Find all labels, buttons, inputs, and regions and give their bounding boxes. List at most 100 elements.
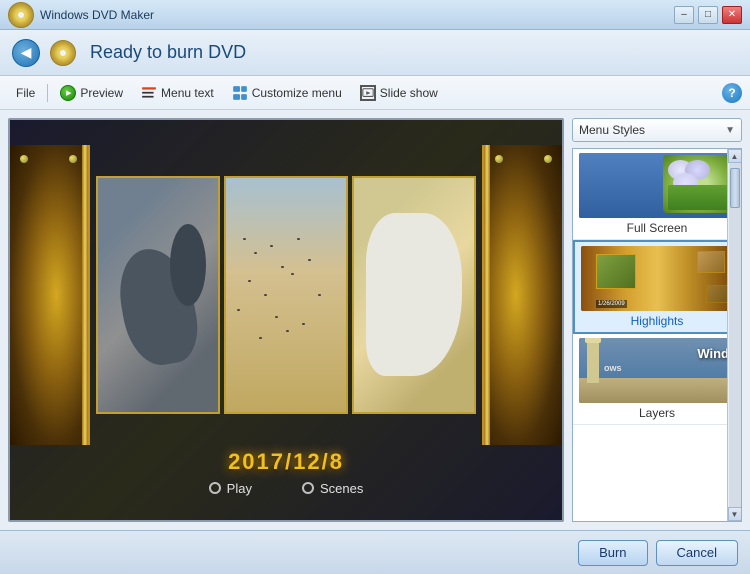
dot bbox=[248, 280, 251, 282]
scrollbar: ▲ ▼ bbox=[727, 149, 741, 521]
scroll-up-button[interactable]: ▲ bbox=[728, 149, 742, 163]
flower-bg bbox=[663, 155, 733, 213]
photo-frame-2 bbox=[224, 176, 348, 414]
dropdown-label: Menu Styles bbox=[579, 123, 645, 137]
dot bbox=[281, 266, 284, 268]
ground bbox=[579, 378, 735, 403]
layers-text-2: ows bbox=[604, 363, 622, 373]
customize-menu-button[interactable]: Customize menu bbox=[224, 82, 350, 104]
customize-icon bbox=[232, 85, 248, 101]
title-bar: Windows DVD Maker – □ ✕ bbox=[0, 0, 750, 30]
highlights-preview: 1/26/2009 bbox=[581, 246, 733, 311]
dot bbox=[254, 252, 257, 254]
dvd-menu-preview: 2017/12/8 Play Scenes bbox=[10, 120, 562, 520]
fullscreen-preview bbox=[579, 153, 735, 218]
fullscreen-thumbnail bbox=[579, 153, 735, 218]
style-item-highlights[interactable]: 1/26/2009 Highlights bbox=[573, 240, 741, 334]
highlights-label: Highlights bbox=[581, 314, 733, 328]
layers-text-w: Wind bbox=[697, 346, 729, 361]
menu-styles-dropdown[interactable]: Menu Styles ▼ bbox=[572, 118, 742, 142]
scenes-button: Scenes bbox=[302, 481, 363, 496]
photo-frame-3 bbox=[352, 176, 476, 414]
toolbar-sep-1 bbox=[47, 84, 48, 102]
app-window: ◀ Ready to burn DVD File Preview Menu te… bbox=[0, 30, 750, 574]
toolbar: File Preview Menu text bbox=[0, 76, 750, 110]
photo-frame-1 bbox=[96, 176, 220, 414]
title-bar-left: Windows DVD Maker bbox=[8, 2, 154, 28]
close-button[interactable]: ✕ bbox=[722, 6, 742, 24]
reel-container bbox=[10, 145, 562, 445]
small-photo bbox=[706, 285, 728, 303]
photos-row bbox=[10, 145, 562, 445]
scroll-track bbox=[729, 163, 741, 507]
layers-preview: Wind ows bbox=[579, 338, 735, 403]
play-radio bbox=[209, 482, 221, 494]
dot bbox=[243, 238, 246, 240]
center-photo bbox=[596, 254, 636, 289]
back-button[interactable]: ◀ bbox=[12, 39, 40, 67]
app-title: Windows DVD Maker bbox=[40, 8, 154, 22]
file-menu[interactable]: File bbox=[8, 83, 43, 103]
side-photo bbox=[697, 251, 725, 273]
dot bbox=[297, 238, 300, 240]
dot bbox=[264, 294, 267, 296]
layers-label: Layers bbox=[579, 406, 735, 420]
dvd-hole bbox=[18, 12, 24, 18]
menu-text-button[interactable]: Menu text bbox=[133, 82, 222, 104]
flock-dots bbox=[232, 224, 340, 364]
date-stamp: 1/26/2009 bbox=[596, 300, 627, 308]
maximize-button[interactable]: □ bbox=[698, 6, 718, 24]
minimize-button[interactable]: – bbox=[674, 6, 694, 24]
layers-thumbnail: Wind ows bbox=[579, 338, 735, 403]
date-display: 2017/12/8 bbox=[228, 449, 344, 475]
preview-area: 2017/12/8 Play Scenes bbox=[8, 118, 564, 522]
scenes-radio bbox=[302, 482, 314, 494]
right-panel: Menu Styles ▼ bbox=[572, 118, 742, 522]
menu-buttons: Play Scenes bbox=[209, 481, 364, 496]
cancel-button[interactable]: Cancel bbox=[656, 540, 738, 566]
window-controls: – □ ✕ bbox=[674, 6, 742, 24]
dot bbox=[318, 294, 321, 296]
menu-text-icon bbox=[141, 85, 157, 101]
highlights-thumbnail: 1/26/2009 bbox=[581, 246, 733, 311]
dot bbox=[237, 309, 240, 311]
bottom-bar: Burn Cancel bbox=[0, 530, 750, 574]
file-label: File bbox=[16, 86, 35, 100]
burn-button[interactable]: Burn bbox=[578, 540, 647, 566]
scroll-down-button[interactable]: ▼ bbox=[728, 507, 742, 521]
dot bbox=[270, 245, 273, 247]
dot bbox=[259, 337, 262, 339]
dvd-header-icon bbox=[50, 40, 76, 66]
scroll-thumb[interactable] bbox=[730, 168, 740, 208]
close-bird-shape bbox=[366, 213, 462, 377]
slide-show-button[interactable]: Slide show bbox=[352, 82, 446, 104]
leaves bbox=[668, 185, 728, 210]
main-content: 2017/12/8 Play Scenes Menu Styles bbox=[0, 110, 750, 530]
dot bbox=[291, 273, 294, 275]
style-item-fullscreen[interactable]: Full Screen bbox=[573, 149, 741, 240]
slide-show-label: Slide show bbox=[380, 86, 438, 100]
preview-label: Preview bbox=[80, 86, 123, 100]
photo-flock bbox=[226, 178, 346, 412]
scenes-label: Scenes bbox=[320, 481, 363, 496]
customize-menu-label: Customize menu bbox=[252, 86, 342, 100]
dot bbox=[275, 316, 278, 318]
dot bbox=[308, 259, 311, 261]
menu-text-label: Menu text bbox=[161, 86, 214, 100]
help-button[interactable]: ? bbox=[722, 83, 742, 103]
style-item-layers[interactable]: Wind ows Layers bbox=[573, 334, 741, 425]
tower-roof bbox=[585, 338, 601, 343]
play-button: Play bbox=[209, 481, 252, 496]
preview-icon bbox=[60, 85, 76, 101]
styles-list: Full Screen 1/26/2009 Highlights bbox=[572, 148, 742, 522]
page-title: Ready to burn DVD bbox=[90, 42, 246, 63]
dot bbox=[286, 330, 289, 332]
bird-head bbox=[170, 224, 206, 306]
chevron-down-icon: ▼ bbox=[725, 125, 735, 136]
preview-button[interactable]: Preview bbox=[52, 82, 131, 104]
photo-bird bbox=[98, 178, 218, 412]
dvd-hole-2 bbox=[60, 50, 66, 56]
photo-close bbox=[354, 178, 474, 412]
slideshow-icon bbox=[360, 85, 376, 101]
header-bar: ◀ Ready to burn DVD bbox=[0, 30, 750, 76]
